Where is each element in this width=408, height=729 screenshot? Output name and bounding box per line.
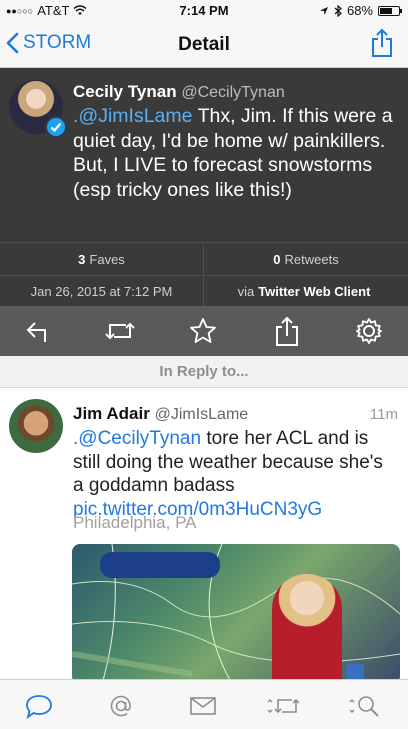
tab-timeline[interactable] — [24, 692, 54, 720]
retweet-icon — [267, 698, 300, 714]
battery-percent: 68% — [346, 3, 373, 18]
tweet-media-image[interactable] — [72, 544, 400, 679]
share-icon — [372, 28, 392, 57]
avatar[interactable] — [9, 399, 63, 453]
search-icon — [349, 696, 379, 717]
author-handle: @JimIsLame — [154, 406, 249, 423]
via-prefix: via — [237, 284, 255, 299]
share-button[interactable] — [370, 28, 394, 63]
location-arrow-icon — [319, 6, 328, 15]
verified-badge-icon — [45, 116, 67, 138]
bluetooth-icon — [334, 4, 342, 17]
gear-icon — [356, 318, 382, 344]
reply-button[interactable] — [23, 316, 53, 346]
client-name: Twitter Web Client — [258, 284, 371, 299]
mention-link[interactable]: .@JimIsLame — [73, 105, 193, 127]
stormtracker-banner — [100, 552, 220, 578]
avatar[interactable] — [9, 80, 67, 138]
favorite-button[interactable] — [188, 316, 218, 346]
mention-link[interactable]: .@CecilyTynan — [73, 428, 201, 449]
retweets-label: Retweets — [284, 251, 339, 267]
author-name: Jim Adair — [73, 404, 150, 423]
reporter-figure — [272, 574, 342, 679]
tweet-stats: 3 Faves 0 Retweets Jan 26, 2015 at 7:12 PM… — [0, 242, 408, 307]
reply-tweet[interactable]: Jim Adair @JimIsLame 11m .@CecilyTynan t… — [0, 389, 408, 679]
tab-mentions[interactable] — [106, 692, 136, 720]
tweet-text: .@JimIsLame Thx, Jim. If this were a qui… — [73, 104, 401, 202]
tweet-author[interactable]: Jim Adair @JimIsLame — [73, 404, 248, 424]
in-reply-to-header: In Reply to... — [0, 356, 408, 388]
author-handle: @CecilyTynan — [181, 84, 285, 101]
tweet-client: via Twitter Web Client — [204, 275, 408, 307]
tab-messages[interactable] — [188, 692, 218, 720]
tweet-timestamp: Jan 26, 2015 at 7:12 PM — [0, 275, 204, 307]
battery-icon — [378, 5, 402, 16]
retweet-icon — [105, 322, 135, 340]
tweet-text: .@CecilyTynan tore her ACL and is still … — [73, 427, 393, 521]
share-tweet-button[interactable] — [272, 316, 302, 346]
reply-icon — [26, 322, 46, 342]
star-icon — [190, 318, 216, 343]
bottom-tab-bar — [0, 679, 408, 729]
settings-button[interactable] — [354, 316, 384, 346]
faves-label: Faves — [89, 251, 125, 267]
navigation-bar: STORM Detail — [0, 20, 408, 68]
battery-fill — [380, 7, 393, 14]
faves-number: 3 — [78, 251, 86, 267]
tweet-time: 11m — [369, 406, 398, 423]
status-right: 68% — [319, 3, 402, 18]
channel-logo — [346, 664, 364, 679]
tweet-author[interactable]: Cecily Tynan @CecilyTynan — [73, 82, 285, 102]
share-icon — [276, 316, 298, 346]
tab-search[interactable] — [348, 692, 379, 720]
main-tweet: Cecily Tynan @CecilyTynan .@JimIsLame Th… — [0, 68, 408, 242]
tweet-location: Philadelphia, PA — [73, 513, 197, 532]
retweets-number: 0 — [273, 251, 281, 267]
page-title: Detail — [178, 34, 230, 55]
at-icon — [110, 695, 131, 717]
faves-count[interactable]: 3 Faves — [0, 243, 204, 275]
tab-retweets[interactable] — [266, 692, 300, 720]
author-name: Cecily Tynan — [73, 82, 177, 101]
status-bar: ●●○○○ AT&T 7:14 PM 68% — [0, 0, 408, 20]
speech-bubble-icon — [26, 695, 52, 720]
tweet-action-bar — [0, 306, 408, 356]
retweets-count[interactable]: 0 Retweets — [204, 243, 408, 275]
retweet-button[interactable] — [104, 316, 135, 346]
envelope-icon — [190, 697, 216, 715]
